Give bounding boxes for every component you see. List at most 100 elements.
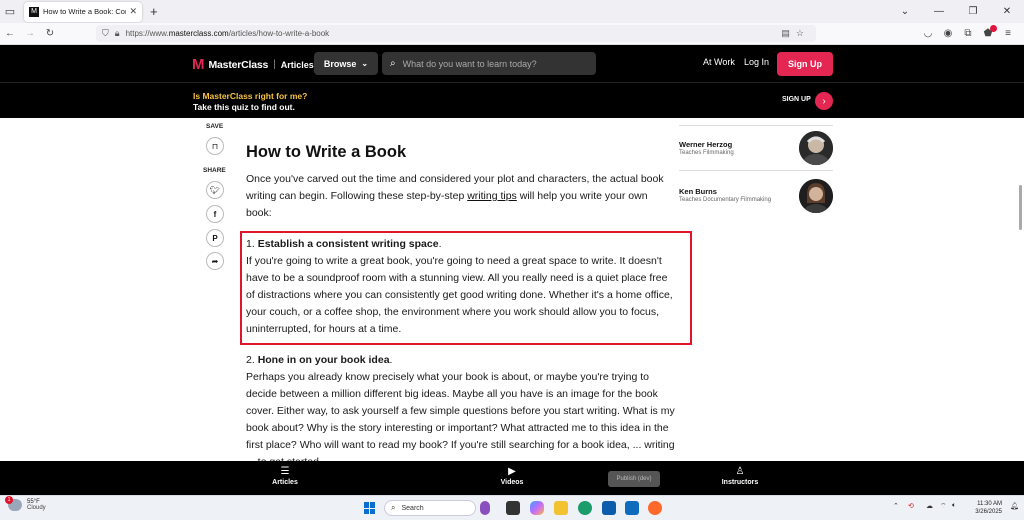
tab-overflow-icon[interactable]: ⌄ — [888, 6, 922, 17]
share-label: SHARE — [203, 167, 226, 174]
browser-tab-bar: ▭ M How to Write a Book: Complete ✕ + ⌄ … — [0, 0, 1024, 23]
twitter-share-button[interactable]: 🐦︎ — [206, 181, 224, 199]
instructor-avatar[interactable] — [799, 179, 833, 213]
outlook-icon[interactable] — [625, 501, 639, 515]
page-scrollbar[interactable] — [1019, 185, 1022, 230]
article-intro: Once you've carved out the time and cons… — [246, 173, 664, 219]
screen: ▭ M How to Write a Book: Complete ✕ + ⌄ … — [0, 0, 1024, 520]
cloud-icon: 1 — [5, 496, 22, 511]
cloud-tray-icon[interactable]: ☁ — [926, 502, 933, 510]
address-bar[interactable]: ⛉ 🔒︎ https://www.masterclass.com/article… — [96, 25, 816, 42]
step-1-body: If you're going to write a great book, y… — [246, 255, 673, 335]
twitter-icon: 🐦︎ — [209, 185, 221, 195]
browse-button[interactable]: Browse ⌄ — [314, 52, 378, 75]
security-tray-icon[interactable]: ⟲ — [908, 502, 914, 510]
menu-icon[interactable]: ≡ — [998, 28, 1018, 39]
volume-icon[interactable]: 🔈︎ — [952, 502, 956, 510]
firefox-icon[interactable] — [648, 501, 662, 515]
facebook-share-button[interactable]: f — [206, 205, 224, 223]
section-label: Articles — [280, 59, 314, 70]
promo-sign-up[interactable]: SIGN UP — [782, 96, 811, 103]
search-input[interactable] — [402, 58, 583, 69]
sign-up-button[interactable]: Sign Up — [777, 52, 833, 76]
pinterest-icon: P — [212, 233, 218, 243]
instructor-avatar[interactable] — [799, 131, 833, 165]
bookmark-icon: ⊓ — [211, 141, 219, 151]
log-in-link[interactable]: Log In — [744, 57, 769, 67]
close-window-icon[interactable]: ✕ — [990, 6, 1024, 17]
step-2-heading: 2. Hone in on your book idea. — [246, 354, 393, 366]
article-title: How to Write a Book — [246, 143, 407, 161]
chevron-down-icon: ⌄ — [361, 59, 369, 68]
share-forward-button[interactable]: ➦ — [206, 252, 224, 270]
extension-shield-icon[interactable]: ⬟ — [978, 25, 998, 39]
quiz-promo-banner[interactable]: Is MasterClass right for me? Take this q… — [0, 82, 1024, 118]
tab-title: How to Write a Book: Complete — [43, 7, 126, 16]
shield-icon[interactable]: ⛉ — [102, 28, 109, 39]
account-icon[interactable]: ◉ — [938, 28, 958, 39]
search-icon: ⌕ — [391, 503, 396, 512]
lock-icon[interactable]: 🔒︎ — [115, 28, 120, 39]
close-tab-icon[interactable]: ✕ — [129, 6, 137, 17]
bookmark-star-icon[interactable]: ☆ — [796, 28, 804, 39]
weather-widget[interactable]: 1 55°F Cloudy — [5, 496, 46, 511]
extensions-icon[interactable]: ⧉ — [958, 28, 978, 39]
instructor-name[interactable]: Ken Burns — [679, 187, 717, 196]
writing-tips-link[interactable]: writing tips — [467, 190, 517, 202]
promo-subtext: Take this quiz to find out. — [193, 102, 295, 112]
browser-nav-bar: ← → ↻ ⛉ 🔒︎ https://www.masterclass.com/a… — [0, 23, 1024, 45]
reader-view-icon[interactable]: ▤ — [781, 28, 790, 39]
minimize-icon[interactable]: — — [922, 6, 956, 17]
step-1-heading: 1. Establish a consistent writing space. — [246, 238, 442, 250]
chevron-right-icon[interactable]: › — [815, 92, 833, 110]
tab-list-icon[interactable]: ▭ — [0, 2, 20, 22]
edge-icon[interactable] — [578, 501, 592, 515]
nav-articles[interactable]: ☰ Articles — [270, 466, 300, 486]
tray-chevron-icon[interactable]: ⌃ — [893, 502, 899, 510]
back-icon[interactable]: ← — [0, 28, 20, 39]
at-work-link[interactable]: At Work — [703, 57, 735, 67]
step-2-body: Perhaps you already know precisely what … — [246, 371, 675, 461]
weather-desc: Cloudy — [27, 505, 46, 511]
file-explorer-icon[interactable] — [554, 501, 568, 515]
nav-videos[interactable]: ▶ Videos — [497, 466, 527, 486]
forward-icon[interactable]: → — [20, 28, 40, 39]
ribbon-app-icon[interactable] — [480, 501, 490, 515]
url-text[interactable]: https://www.masterclass.com/articles/how… — [126, 29, 782, 38]
taskbar-search[interactable]: ⌕ — [384, 500, 476, 516]
search-icon: ⌕ — [390, 58, 396, 69]
pocket-icon[interactable]: ◡ — [918, 28, 938, 39]
bottom-nav: ☰ Articles ▶ Videos ♙ Instructors — [0, 461, 1024, 495]
clock[interactable]: 11:30 AM 3/26/2025 — [968, 500, 1002, 516]
store-icon[interactable] — [602, 501, 616, 515]
bookmark-button[interactable]: ⊓ — [206, 137, 224, 155]
copilot-icon[interactable] — [530, 501, 544, 515]
list-icon: ☰ — [280, 466, 290, 477]
pinterest-share-button[interactable]: P — [206, 229, 224, 247]
browser-tab[interactable]: M How to Write a Book: Complete ✕ — [24, 1, 142, 22]
save-label: SAVE — [206, 123, 224, 130]
masterclass-m-icon: M — [192, 56, 205, 73]
masterclass-favicon-icon: M — [29, 6, 39, 17]
windows-taskbar: 1 55°F Cloudy ⌕ ⌃ ⟲ ☁ ⌔ 🔈︎ 11:30 AM 3/26… — [0, 495, 1024, 520]
facebook-icon: f — [213, 209, 217, 219]
restore-icon[interactable]: ❐ — [956, 6, 990, 17]
promo-question: Is MasterClass right for me? — [193, 91, 308, 101]
instructor-subtitle: Teaches Documentary Filmmaking — [679, 197, 772, 203]
instructor-subtitle: Teaches Filmmaking — [679, 150, 734, 156]
play-icon: ▶ — [508, 466, 516, 477]
wifi-icon[interactable]: ⌔ — [940, 502, 947, 511]
windows-start-icon[interactable] — [364, 502, 376, 514]
notification-badge: 1 — [5, 496, 13, 504]
instructor-name[interactable]: Werner Herzog — [679, 140, 732, 149]
person-icon: ♙ — [735, 466, 745, 477]
notifications-icon[interactable]: 🔔︎ — [1010, 502, 1019, 510]
search-box[interactable]: ⌕ — [382, 52, 596, 75]
task-view-icon[interactable] — [506, 501, 520, 515]
nav-instructors[interactable]: ♙ Instructors — [718, 466, 762, 486]
reload-icon[interactable]: ↻ — [40, 28, 60, 39]
taskbar-search-input[interactable] — [401, 504, 462, 512]
new-tab-icon[interactable]: + — [150, 4, 158, 19]
masterclass-logo[interactable]: M MasterClass | Articles — [192, 56, 314, 73]
publish-dev-button[interactable]: Publish (dev) — [608, 471, 660, 487]
